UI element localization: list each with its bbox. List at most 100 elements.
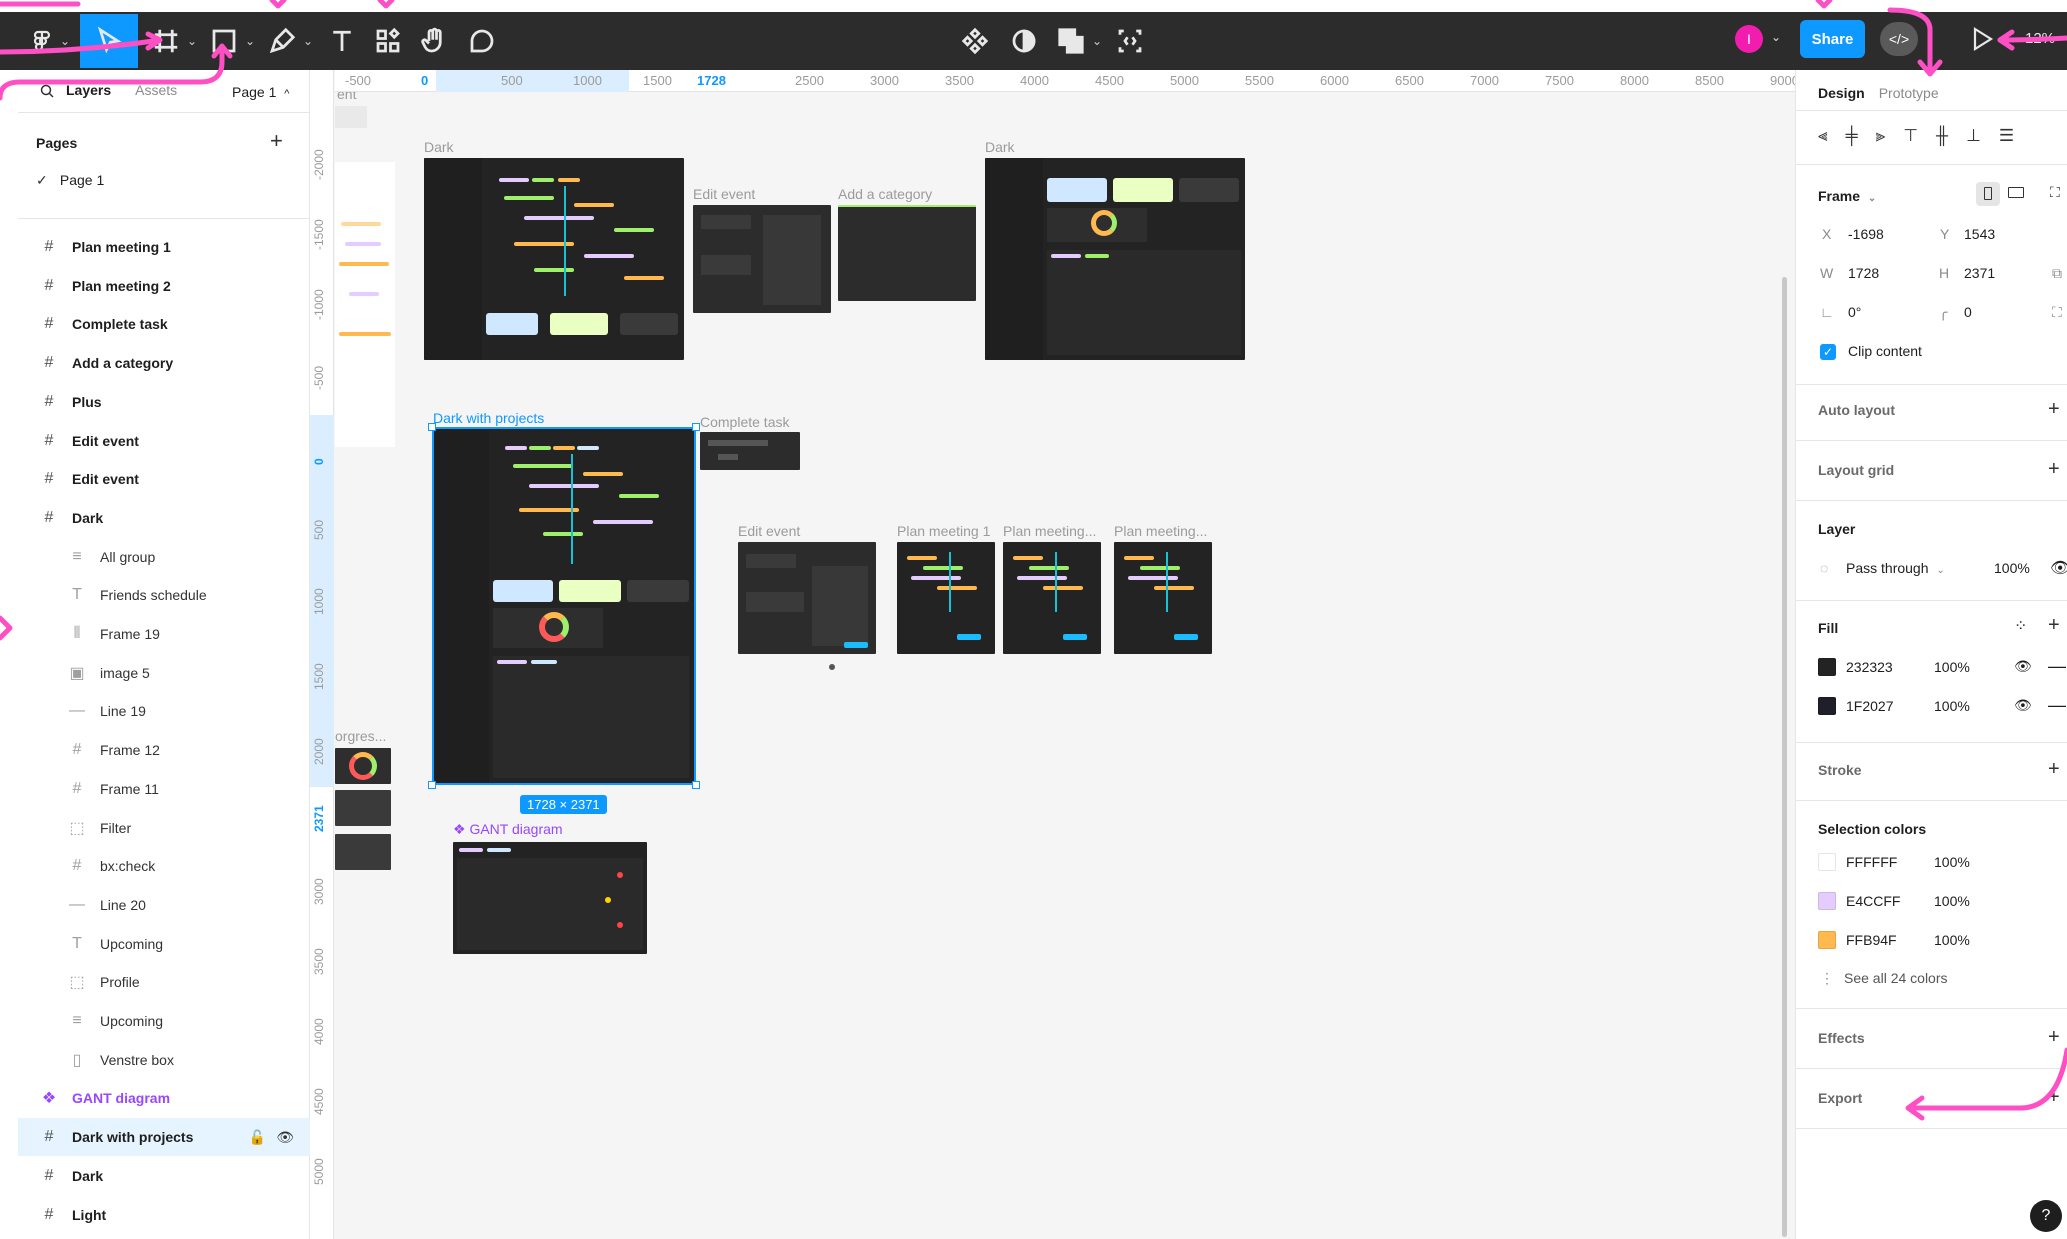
add-stroke-icon[interactable]: +: [2048, 758, 2060, 781]
eye-icon[interactable]: 👁: [2050, 558, 2067, 578]
search-icon[interactable]: [40, 84, 54, 98]
remove-fill-icon[interactable]: —: [2048, 656, 2066, 677]
main-menu-button[interactable]: ⌄: [30, 14, 70, 68]
selection-color-hex[interactable]: FFFFFF: [1846, 854, 1897, 870]
fill-hex-input[interactable]: 1F2027: [1846, 698, 1893, 714]
hand-tool-button[interactable]: [414, 14, 454, 68]
pen-tool-button[interactable]: ⌄: [266, 14, 314, 68]
frame-tool-button[interactable]: ⌄: [150, 14, 198, 68]
frame-plan-meeting-2[interactable]: [1003, 542, 1101, 654]
canvas-vertical-scrollbar[interactable]: [1782, 277, 1787, 1237]
frame-add-category[interactable]: [838, 205, 976, 301]
add-fill-icon[interactable]: +: [2048, 614, 2060, 637]
align-top-icon[interactable]: ⊤: [1903, 126, 1918, 146]
selection-color-opacity[interactable]: 100%: [1934, 932, 1970, 948]
layer-item[interactable]: ⦀ Frame 19: [18, 615, 310, 653]
layer-item[interactable]: # Plus: [18, 383, 310, 421]
partial-light-frame[interactable]: [335, 162, 395, 447]
fill-swatch[interactable]: [1818, 697, 1836, 715]
landscape-icon[interactable]: [2008, 187, 2024, 198]
align-right-icon[interactable]: ⫸: [1876, 126, 1886, 146]
frame-label-partial[interactable]: ent: [337, 92, 356, 102]
clip-content-checkbox[interactable]: ✓: [1820, 344, 1836, 360]
frame-label-dark-with-projects[interactable]: Dark with projects: [433, 410, 544, 426]
frame-label-add-category[interactable]: Add a category: [838, 186, 932, 202]
frame-label-plan-meeting-2[interactable]: Plan meeting...: [1003, 523, 1096, 539]
frame-label-edit-event-2[interactable]: Edit event: [738, 523, 800, 539]
layer-item[interactable]: ≡ All group: [18, 538, 310, 576]
frame-label-dark-2[interactable]: Dark: [985, 139, 1015, 155]
resize-handle-tr[interactable]: [692, 423, 700, 431]
selection-color-swatch[interactable]: [1818, 853, 1836, 871]
add-export-icon[interactable]: +: [2048, 1086, 2060, 1109]
w-input[interactable]: 1728: [1848, 265, 1879, 281]
resources-tool-button[interactable]: [368, 14, 408, 68]
frame-dark[interactable]: [424, 158, 684, 360]
play-icon[interactable]: [1972, 26, 1994, 52]
tab-assets[interactable]: Assets: [135, 82, 177, 98]
frame-label-dark[interactable]: Dark: [424, 139, 454, 155]
layer-item[interactable]: T Friends schedule: [18, 576, 310, 614]
design-canvas[interactable]: ent Dark Edit event Add a category Dark …: [335, 92, 1795, 1239]
unlock-icon[interactable]: 🔓: [249, 1129, 266, 1145]
layer-item[interactable]: # Add a category: [18, 344, 310, 382]
independent-corners-icon[interactable]: ⛶: [2052, 304, 2062, 321]
frame-label-gant-diagram[interactable]: ❖ GANT diagram: [453, 821, 563, 838]
text-tool-button[interactable]: [322, 14, 362, 68]
tab-layers[interactable]: Layers: [66, 82, 111, 98]
page-selector[interactable]: Page 1 ^: [232, 84, 289, 100]
eye-icon[interactable]: 👁: [2014, 697, 2032, 714]
add-page-icon[interactable]: +: [270, 128, 283, 154]
fill-styles-icon[interactable]: ⁘: [2014, 616, 2027, 636]
frame-edit-event[interactable]: [693, 205, 831, 313]
layer-item[interactable]: # bx:check: [18, 847, 310, 885]
layer-item[interactable]: # Frame 12: [18, 731, 310, 769]
layer-item[interactable]: ❖ GANT diagram: [18, 1079, 310, 1117]
layer-item[interactable]: ▯ Venstre box: [18, 1041, 310, 1079]
tab-design[interactable]: Design: [1818, 85, 1865, 101]
selection-box[interactable]: [432, 427, 696, 785]
constrain-proportions-icon[interactable]: ⧉: [2052, 265, 2062, 282]
frame-label-complete-task[interactable]: Complete task: [700, 414, 789, 430]
add-effect-icon[interactable]: +: [2048, 1026, 2060, 1049]
partial-frame[interactable]: [335, 106, 367, 128]
fill-swatch[interactable]: [1818, 658, 1836, 676]
layer-item[interactable]: ⬚ Profile: [18, 963, 310, 1001]
align-middle-v-icon[interactable]: ╫: [1936, 126, 1948, 146]
frame-edit-event-2[interactable]: [738, 542, 876, 654]
frame-label-edit-event[interactable]: Edit event: [693, 186, 755, 202]
layer-item[interactable]: # Light: [18, 1196, 310, 1234]
layer-item[interactable]: ▣ image 5: [18, 654, 310, 692]
align-left-icon[interactable]: ⫷: [1818, 126, 1828, 146]
frame-section-title[interactable]: Frame ⌄: [1818, 188, 1876, 204]
eye-icon[interactable]: 👁: [2014, 658, 2032, 675]
add-auto-layout-icon[interactable]: +: [2048, 398, 2060, 421]
align-center-h-icon[interactable]: ╪: [1846, 126, 1858, 146]
frame-progress-3[interactable]: [335, 834, 391, 870]
see-all-colors-link[interactable]: See all 24 colors: [1844, 970, 1948, 986]
selection-color-opacity[interactable]: 100%: [1934, 893, 1970, 909]
layer-item[interactable]: # Dark: [18, 1157, 310, 1195]
zoom-level[interactable]: 12%: [2025, 30, 2055, 47]
layer-item[interactable]: # Dark: [18, 499, 310, 537]
shape-tool-button[interactable]: ⌄: [208, 14, 256, 68]
comment-tool-button[interactable]: [462, 14, 502, 68]
layer-item[interactable]: # Plan meeting 2: [18, 267, 310, 305]
layer-item[interactable]: # Edit event: [18, 422, 310, 460]
align-bottom-icon[interactable]: ⊥: [1966, 126, 1981, 146]
frame-progress-2[interactable]: [335, 790, 391, 826]
blend-mode-select[interactable]: Pass through ⌄: [1846, 560, 1945, 576]
boolean-button[interactable]: ⌄: [1054, 14, 1104, 68]
dev-mode-toggle[interactable]: </>: [1880, 22, 1918, 56]
frame-dark-2[interactable]: [985, 158, 1245, 360]
resize-handle-br[interactable]: [692, 781, 700, 789]
frame-progress-1[interactable]: [335, 748, 391, 784]
layer-item[interactable]: # Edit event: [18, 460, 310, 498]
mask-button[interactable]: [1004, 14, 1044, 68]
user-avatar[interactable]: I: [1735, 25, 1763, 53]
distribute-icon[interactable]: ☰: [1999, 126, 2014, 146]
selection-color-swatch[interactable]: [1818, 892, 1836, 910]
layer-item[interactable]: — Line 19: [18, 692, 310, 730]
layer-item[interactable]: ⬚ Filter: [18, 809, 310, 847]
frame-plan-meeting-3[interactable]: [1114, 542, 1212, 654]
